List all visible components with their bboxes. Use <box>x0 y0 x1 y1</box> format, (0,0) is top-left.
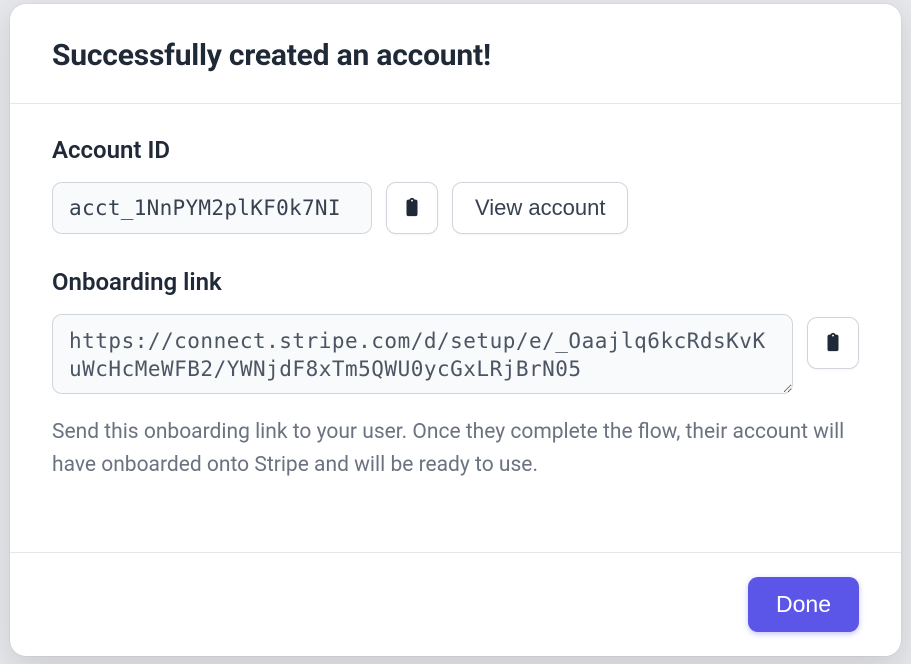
modal-header: Successfully created an account! <box>10 4 901 104</box>
done-button-label: Done <box>776 591 831 617</box>
copy-account-id-button[interactable] <box>386 182 438 234</box>
clipboard-icon <box>401 196 423 221</box>
onboarding-link-field[interactable] <box>52 314 793 394</box>
account-id-row: acct_1NnPYM2plKF0k7NI View account <box>52 182 859 234</box>
account-id-label: Account ID <box>52 136 859 164</box>
view-account-button[interactable]: View account <box>452 182 628 234</box>
success-modal: Successfully created an account! Account… <box>10 4 901 656</box>
view-account-label: View account <box>475 195 605 221</box>
clipboard-icon <box>822 331 844 356</box>
modal-body: Account ID acct_1NnPYM2plKF0k7NI View ac… <box>10 104 901 552</box>
modal-backdrop: Successfully created an account! Account… <box>0 0 911 664</box>
account-id-field[interactable]: acct_1NnPYM2plKF0k7NI <box>52 182 372 234</box>
onboarding-helper-text: Send this onboarding link to your user. … <box>52 416 852 481</box>
done-button[interactable]: Done <box>748 577 859 632</box>
onboarding-link-label: Onboarding link <box>52 268 859 296</box>
copy-onboarding-link-button[interactable] <box>807 317 859 369</box>
onboarding-link-row <box>52 314 859 394</box>
modal-footer: Done <box>10 552 901 656</box>
modal-title: Successfully created an account! <box>52 38 859 73</box>
